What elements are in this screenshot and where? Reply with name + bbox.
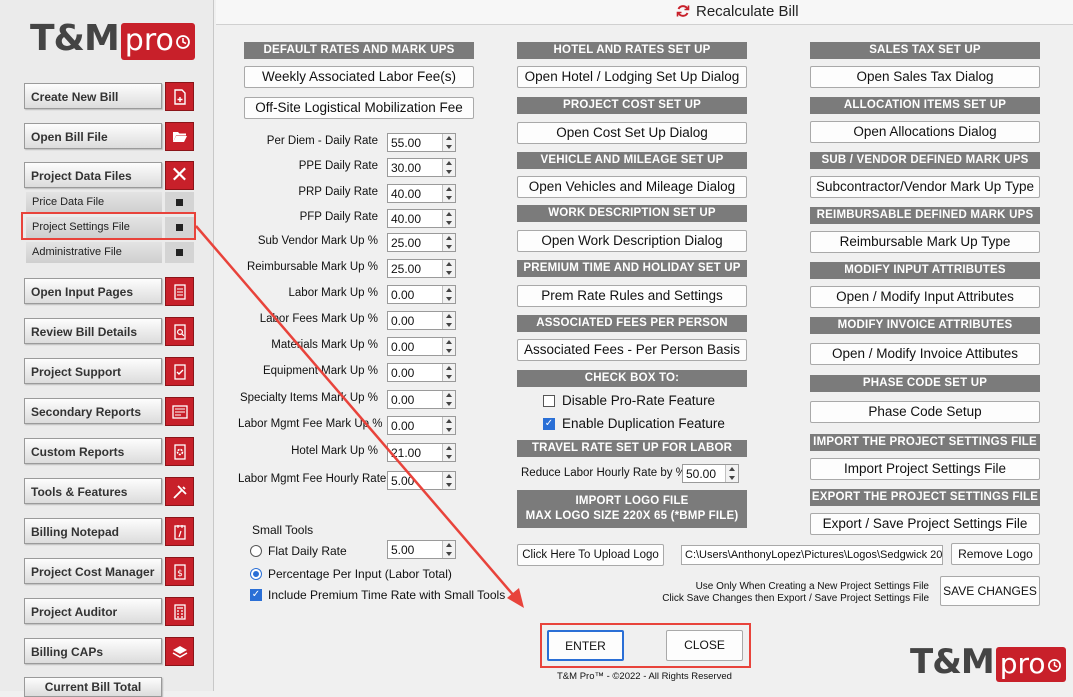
annotation-arrow (195, 225, 524, 608)
